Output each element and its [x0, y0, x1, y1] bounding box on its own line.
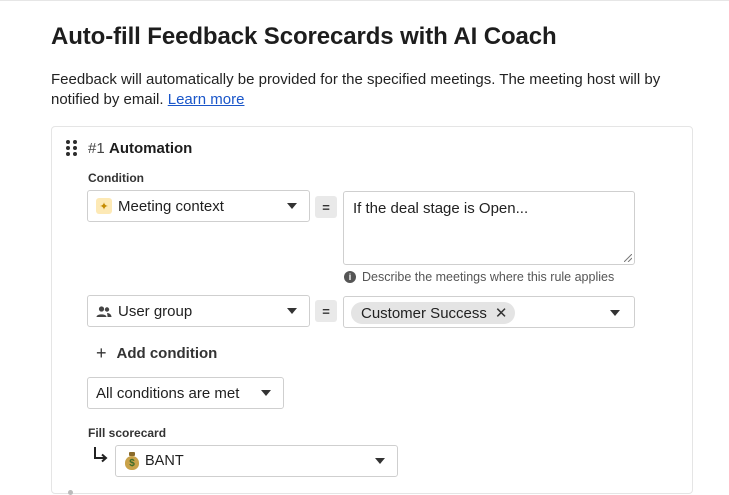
automation-number: #1 — [88, 140, 105, 157]
chip-label: Customer Success — [361, 304, 487, 322]
chevron-down-icon — [375, 458, 385, 464]
remove-chip-icon[interactable]: ✕ — [495, 304, 508, 322]
condition-field-label: User group — [118, 303, 193, 320]
meeting-context-text: If the deal stage is Open... — [353, 200, 529, 217]
match-mode-select[interactable]: All conditions are met — [87, 377, 284, 409]
resize-handle-icon[interactable] — [624, 254, 632, 262]
page-description: Feedback will automatically be provided … — [51, 70, 691, 110]
meeting-context-textarea[interactable]: If the deal stage is Open... — [343, 191, 635, 265]
description-text: Feedback will automatically be provided … — [51, 71, 661, 108]
condition-field-label: Meeting context — [118, 198, 224, 215]
condition-field-select-1[interactable]: ✦ Meeting context — [87, 190, 310, 222]
arrow-down-right-icon — [94, 447, 108, 463]
user-group-multiselect[interactable]: Customer Success ✕ — [343, 296, 635, 328]
drag-handle-icon[interactable] — [66, 140, 78, 156]
condition-hint: i Describe the meetings where this rule … — [344, 270, 614, 284]
hint-text: Describe the meetings where this rule ap… — [362, 270, 615, 284]
add-condition-button[interactable]: + Add condition — [96, 343, 217, 364]
scroll-indicator — [68, 490, 73, 495]
fill-scorecard-label: Fill scorecard — [88, 426, 167, 440]
match-mode-label: All conditions are met — [96, 385, 240, 402]
page-title: Auto-fill Feedback Scorecards with AI Co… — [51, 23, 557, 50]
sparkle-icon: ✦ — [96, 198, 112, 214]
add-condition-label: Add condition — [116, 345, 218, 362]
chevron-down-icon — [287, 203, 297, 209]
plus-icon: + — [96, 343, 107, 363]
chevron-down-icon — [261, 390, 271, 396]
operator-equals-1: = — [315, 196, 337, 218]
condition-field-select-2[interactable]: User group — [87, 295, 310, 327]
scorecard-label: BANT — [145, 453, 184, 469]
condition-label: Condition — [88, 171, 144, 185]
selected-chip: Customer Success ✕ — [351, 302, 516, 324]
money-bag-icon: $ — [125, 452, 139, 470]
info-icon: i — [344, 271, 356, 283]
automation-title: Automation — [109, 140, 193, 157]
user-group-icon — [96, 306, 112, 317]
top-divider — [0, 0, 729, 1]
chevron-down-icon — [287, 308, 297, 314]
scorecard-select[interactable]: $ BANT — [115, 445, 398, 477]
learn-more-link[interactable]: Learn more — [168, 91, 245, 108]
operator-equals-2: = — [315, 300, 337, 322]
chevron-down-icon[interactable] — [610, 310, 620, 316]
